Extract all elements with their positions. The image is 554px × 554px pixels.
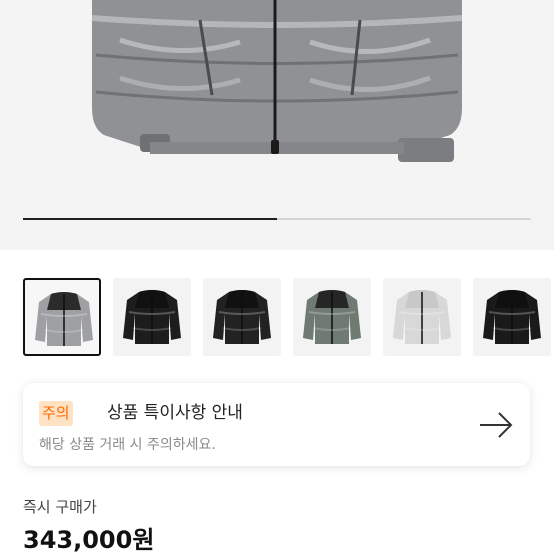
grey-jacket-thumbnail[interactable] <box>23 278 101 356</box>
notice-subtitle: 해당 상품 거래 시 주의하세요. <box>39 437 216 453</box>
instant-buy-price: 343,000원 <box>23 526 155 554</box>
jacket-icon <box>123 290 181 344</box>
notice-title: 상품 특이사항 안내 <box>107 403 243 423</box>
instant-buy-price-label: 즉시 구매가 <box>23 498 97 516</box>
arrow-right-icon[interactable] <box>478 411 514 439</box>
black-jacket-thumbnail[interactable] <box>203 278 281 356</box>
green-jacket-thumbnail[interactable] <box>293 278 371 356</box>
thumbnail-strip[interactable] <box>0 274 554 358</box>
black-jacket-thumbnail[interactable] <box>113 278 191 356</box>
gallery-progress-fill <box>23 218 277 220</box>
jacket-icon <box>303 290 361 344</box>
jacket-icon <box>35 292 93 346</box>
caution-badge: 주의 <box>39 401 73 426</box>
product-image-gallery[interactable] <box>0 0 554 250</box>
product-main-image <box>91 0 463 162</box>
gallery-progress-track <box>23 218 531 220</box>
black-jacket-thumbnail[interactable] <box>473 278 551 356</box>
product-notice-card[interactable]: 주의 상품 특이사항 안내 해당 상품 거래 시 주의하세요. <box>23 383 530 466</box>
jacket-icon <box>393 290 451 344</box>
jacket-icon <box>483 290 541 344</box>
jacket-icon <box>213 290 271 344</box>
white-camo-jacket-thumbnail[interactable] <box>383 278 461 356</box>
